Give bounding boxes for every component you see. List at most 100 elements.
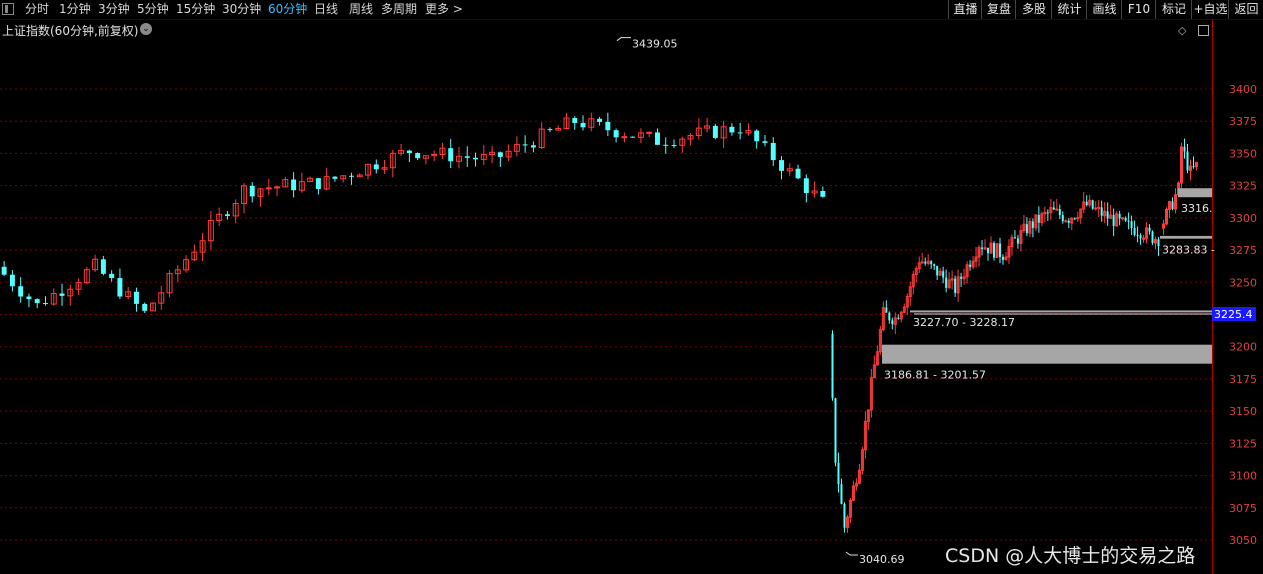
candle-body [1067, 220, 1070, 223]
y-tick-label: 3175 [1229, 373, 1257, 386]
low-marker [845, 551, 858, 556]
y-tick-label: 3150 [1229, 405, 1257, 418]
candle-body [547, 129, 553, 131]
candle-body [954, 278, 957, 293]
gap-zone [1160, 235, 1212, 239]
candle-body [820, 190, 826, 197]
candle-body [630, 136, 636, 138]
candle-body [1186, 151, 1189, 171]
y-tick-label: 3075 [1229, 502, 1257, 515]
candle-body [473, 157, 479, 160]
y-tick-label: 3250 [1229, 276, 1257, 289]
candle-body [663, 144, 669, 146]
candle-body [580, 122, 586, 128]
candle-body [803, 178, 809, 193]
gap-zone-label: 3227.70 - 3228.17 [913, 316, 1015, 329]
candle-body [654, 132, 660, 145]
candle-body [43, 303, 48, 305]
candle-body [885, 307, 888, 313]
gap-zone [1178, 188, 1212, 198]
candle-body [332, 176, 338, 179]
y-tick-label: 3050 [1229, 534, 1257, 547]
candle-body [779, 160, 784, 171]
candle-body [969, 264, 972, 267]
candle-body [415, 153, 421, 159]
candle-body [224, 214, 230, 216]
candle-body [315, 178, 321, 190]
candle-body [348, 175, 354, 177]
candle-body [133, 291, 139, 304]
candle-body [945, 277, 948, 288]
candle-body [1171, 201, 1174, 210]
candle-body [1118, 213, 1121, 219]
candle-body [924, 261, 927, 264]
candlestick-chart: 3050307531003125315031753200322532503275… [0, 37, 1257, 566]
candle-body [1052, 207, 1055, 210]
candle-body [770, 142, 776, 161]
y-tick-label: 3100 [1229, 470, 1257, 483]
candle-body [464, 156, 470, 158]
candle-body [373, 164, 379, 170]
candle-body [497, 152, 503, 157]
candle-body [1064, 220, 1068, 223]
candle-body [762, 141, 768, 143]
candle-body [249, 185, 255, 197]
y-tick-label: 3400 [1229, 83, 1257, 96]
candle-body [1073, 218, 1076, 220]
candle-body [729, 126, 735, 133]
candle-body [1091, 200, 1094, 209]
candle-body [942, 271, 945, 278]
y-tick-label: 3200 [1229, 341, 1257, 354]
candle-body [291, 179, 297, 191]
candle-body [1133, 227, 1136, 235]
candle-body [1127, 220, 1130, 222]
candle-body [9, 274, 15, 287]
candle-body [837, 462, 840, 485]
candle-body [605, 121, 611, 131]
candle-body [1139, 235, 1142, 239]
candle-body [993, 243, 996, 258]
candle-body [897, 317, 900, 319]
candle-body [843, 503, 846, 528]
candle-body [1124, 217, 1127, 221]
candle-body [1016, 238, 1019, 244]
candle-body [1136, 234, 1139, 236]
candle-body [613, 130, 619, 138]
candle-body [34, 299, 40, 304]
watermark: CSDN @人大博士的交易之路 [945, 545, 1196, 567]
candle-body [981, 247, 984, 249]
y-tick-label: 3125 [1229, 437, 1257, 450]
y-tick-label: 3350 [1229, 147, 1257, 160]
candle-body [1097, 206, 1101, 209]
candle-body [1100, 207, 1103, 216]
candle-body [987, 247, 990, 254]
candle-body [831, 333, 834, 399]
candle-body [18, 286, 24, 297]
candle-body [597, 118, 603, 122]
candle-body [109, 273, 115, 279]
candle-body [59, 293, 65, 296]
candle-body [1061, 215, 1064, 222]
y-tick-label: 3300 [1229, 212, 1257, 225]
candle-body [1085, 201, 1088, 205]
gap-zone-label: 3186.81 - 3201.57 [884, 369, 986, 382]
candle-body [754, 130, 760, 142]
y-tick-label: 3275 [1229, 244, 1257, 257]
gap-zone-label: 3316. [1181, 202, 1213, 215]
candle-body [1130, 221, 1133, 228]
candle-body [840, 484, 843, 504]
candle-body [737, 132, 743, 134]
candle-body [1055, 208, 1059, 211]
candle-body [100, 259, 106, 274]
candle-body [834, 398, 837, 463]
candle-body [933, 264, 936, 266]
candle-body [1148, 227, 1151, 232]
candle-body [1183, 146, 1186, 152]
gap-zone-label: 3283.83 - [1162, 244, 1215, 257]
candle-body [1151, 231, 1154, 244]
candle-body [448, 148, 454, 162]
candle-body [274, 186, 281, 189]
candle-body [891, 320, 894, 325]
candle-body [960, 276, 963, 279]
gap-zone [882, 344, 1212, 364]
